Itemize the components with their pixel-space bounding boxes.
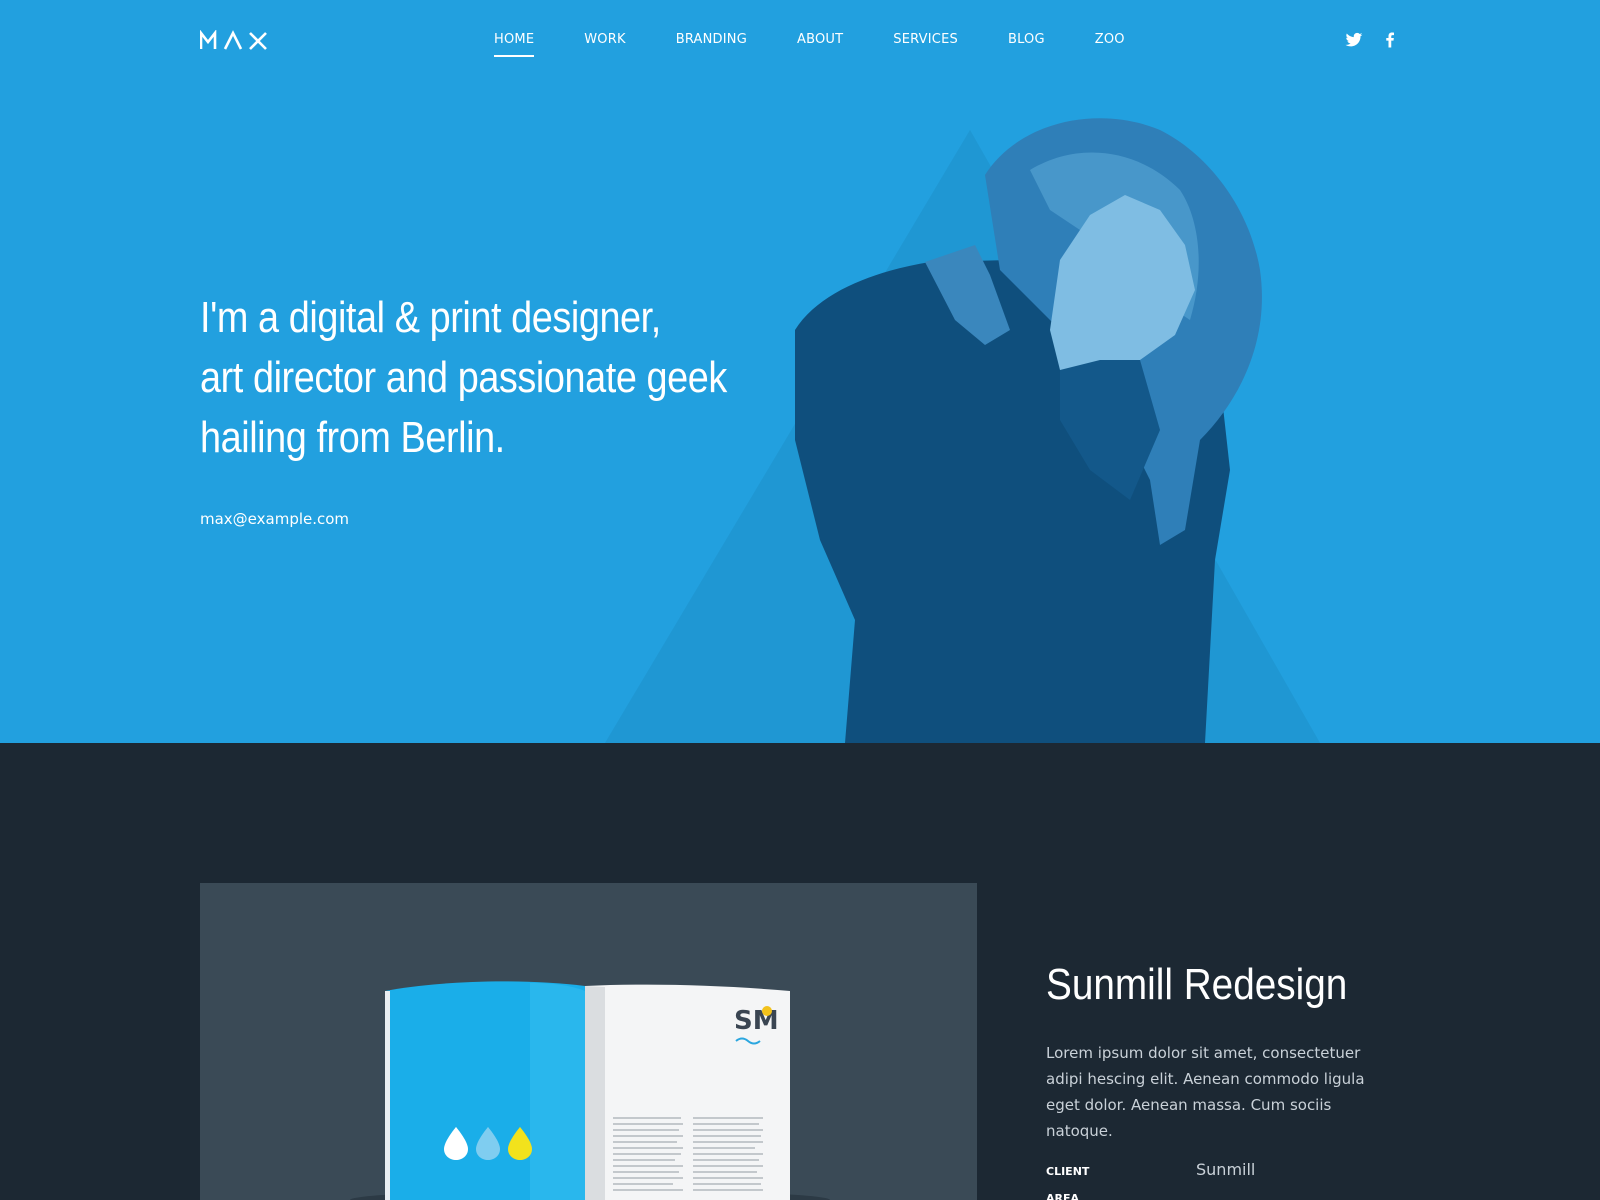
nav-item-services[interactable]: SERVICES bbox=[893, 30, 958, 60]
nav-item-blog[interactable]: BLOG bbox=[1008, 30, 1045, 60]
max-logo[interactable] bbox=[200, 30, 268, 50]
project-image[interactable]: SM bbox=[200, 883, 977, 1200]
meta-value: Sunmill bbox=[1196, 1160, 1256, 1179]
hero-headline: I'm a digital & print designer, art dire… bbox=[200, 288, 800, 468]
nav-item-branding[interactable]: BRANDING bbox=[676, 30, 747, 60]
nav-item-about[interactable]: ABOUT bbox=[797, 30, 843, 60]
project-meta-client: CLIENT Sunmill bbox=[1046, 1160, 1255, 1179]
nav-item-home[interactable]: HOME bbox=[494, 30, 535, 60]
project-description: Lorem ipsum dolor sit amet, consectetuer… bbox=[1046, 1044, 1365, 1140]
main-nav: HOME WORK BRANDING ABOUT SERVICES BLOG Z… bbox=[494, 30, 1175, 60]
twitter-icon[interactable] bbox=[1344, 30, 1364, 50]
social-links bbox=[1344, 30, 1400, 50]
magazine-mockup: SM bbox=[350, 981, 830, 1200]
project-title[interactable]: Sunmill Redesign bbox=[1046, 960, 1347, 1010]
facebook-icon[interactable] bbox=[1380, 30, 1400, 50]
meta-label: CLIENT bbox=[1046, 1165, 1090, 1178]
project-meta-area: AREA bbox=[1046, 1192, 1196, 1200]
hero-headline-line: hailing from Berlin. bbox=[200, 413, 505, 462]
hero-email-link[interactable]: max@example.com bbox=[200, 510, 349, 528]
nav-item-zoo[interactable]: ZOO bbox=[1095, 30, 1125, 60]
hero-section: HOME WORK BRANDING ABOUT SERVICES BLOG Z… bbox=[0, 0, 1600, 743]
meta-label: AREA bbox=[1046, 1192, 1080, 1200]
hero-headline-line: art director and passionate geek bbox=[200, 353, 727, 402]
nav-item-work[interactable]: WORK bbox=[584, 30, 625, 60]
hero-headline-line: I'm a digital & print designer, bbox=[200, 293, 661, 342]
